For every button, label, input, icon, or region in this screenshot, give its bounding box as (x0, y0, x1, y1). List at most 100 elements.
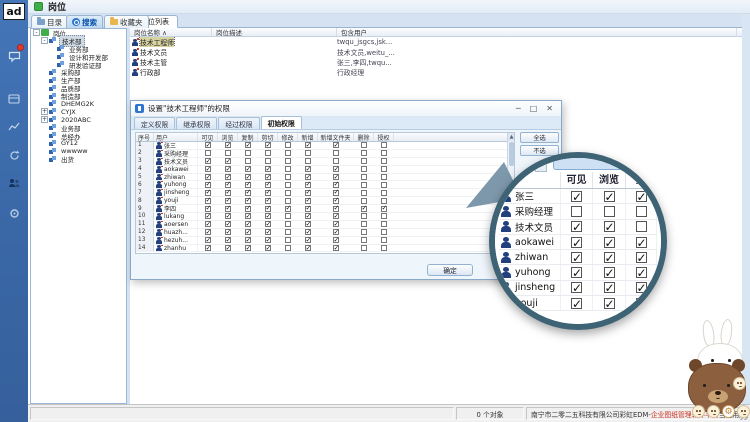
permission-checkbox[interactable] (245, 158, 251, 164)
permission-checkbox[interactable] (333, 150, 339, 156)
permission-checkbox[interactable] (265, 221, 271, 227)
permission-checkbox[interactable] (205, 182, 211, 188)
expander-icon[interactable]: + (41, 116, 48, 123)
permission-checkbox[interactable] (205, 221, 211, 227)
permission-checkbox[interactable] (205, 237, 211, 243)
permission-checkbox[interactable] (381, 221, 387, 227)
permission-checkbox[interactable] (333, 213, 339, 219)
permission-checkbox[interactable] (361, 206, 367, 212)
permission-checkbox[interactable] (381, 174, 387, 180)
emoji-button[interactable] (707, 405, 720, 418)
table-row[interactable]: 技术主管张三,李四,twqu... (130, 57, 742, 67)
refresh-icon[interactable] (0, 144, 28, 166)
nav-tab-search[interactable]: 搜索 (66, 15, 103, 28)
permission-checkbox[interactable] (285, 245, 291, 251)
expander-icon[interactable]: - (33, 29, 40, 36)
permission-checkbox[interactable] (265, 158, 271, 164)
tree-item[interactable]: 总经办 (31, 132, 126, 140)
permission-checkbox[interactable] (245, 198, 251, 204)
list-column-header[interactable]: 包含用户 (337, 28, 737, 36)
permission-checkbox[interactable] (285, 150, 291, 156)
permission-checkbox[interactable] (381, 166, 387, 172)
permission-checkbox[interactable] (305, 142, 311, 148)
permission-checkbox[interactable] (333, 190, 339, 196)
permission-row[interactable]: 1张三 (136, 142, 514, 150)
permission-checkbox[interactable] (381, 237, 387, 243)
table-row[interactable]: 技术工程师twqu_jsgcs,jsk... (130, 37, 742, 47)
permission-column-header[interactable]: 修改 (278, 133, 298, 141)
permission-column-header[interactable]: 用户 (154, 133, 198, 141)
permission-checkbox[interactable] (205, 213, 211, 219)
permission-checkbox[interactable] (225, 229, 231, 235)
permission-checkbox[interactable] (205, 142, 211, 148)
chat-icon[interactable] (0, 46, 28, 68)
permission-checkbox[interactable] (245, 221, 251, 227)
permission-checkbox[interactable] (265, 213, 271, 219)
permission-checkbox[interactable] (285, 206, 291, 212)
permission-checkbox[interactable] (205, 245, 211, 251)
permission-checkbox[interactable] (245, 190, 251, 196)
permission-checkbox[interactable] (381, 245, 387, 251)
permission-checkbox[interactable] (285, 221, 291, 227)
permission-checkbox[interactable] (245, 206, 251, 212)
permission-checkbox[interactable] (305, 190, 311, 196)
list-column-header[interactable]: 岗位描述 (212, 28, 337, 36)
permission-checkbox[interactable] (225, 150, 231, 156)
dialog-tab[interactable]: 经过权限 (218, 117, 259, 129)
emoji-button[interactable] (737, 405, 750, 418)
permission-checkbox[interactable] (333, 182, 339, 188)
permission-checkbox[interactable] (225, 174, 231, 180)
permission-checkbox[interactable] (205, 150, 211, 156)
permission-checkbox[interactable] (225, 245, 231, 251)
permission-checkbox[interactable] (361, 198, 367, 204)
expander-icon[interactable]: - (41, 37, 48, 44)
permission-checkbox[interactable] (265, 182, 271, 188)
permission-checkbox[interactable] (265, 142, 271, 148)
permission-checkbox[interactable] (381, 150, 387, 156)
permission-checkbox[interactable] (381, 182, 387, 188)
permission-checkbox[interactable] (265, 198, 271, 204)
permission-checkbox[interactable] (305, 237, 311, 243)
scroll-up-icon[interactable]: ▲ (508, 133, 515, 141)
permission-checkbox[interactable] (333, 142, 339, 148)
tree-item[interactable]: wwwww (31, 147, 126, 155)
chart-icon[interactable] (0, 116, 28, 138)
select-all-button[interactable]: 全选 (520, 132, 559, 143)
permission-checkbox[interactable] (381, 190, 387, 196)
permission-checkbox[interactable] (205, 174, 211, 180)
permission-checkbox[interactable] (305, 166, 311, 172)
card-icon[interactable] (0, 88, 28, 110)
permission-checkbox[interactable] (285, 142, 291, 148)
permission-checkbox[interactable] (305, 221, 311, 227)
permission-checkbox[interactable] (305, 213, 311, 219)
permission-checkbox[interactable] (225, 198, 231, 204)
tree-item[interactable]: +CYJX (31, 108, 126, 116)
permission-checkbox[interactable] (305, 174, 311, 180)
table-row[interactable]: 行政部行政经理 (130, 67, 742, 77)
permission-checkbox[interactable] (361, 150, 367, 156)
permission-checkbox[interactable] (381, 158, 387, 164)
permission-column-header[interactable]: 序号 (136, 133, 154, 141)
permission-column-header[interactable]: 新增文件夹 (318, 133, 354, 141)
permission-checkbox[interactable] (265, 229, 271, 235)
settings-gear-button[interactable]: ⚙ (722, 405, 735, 418)
permission-column-header[interactable]: 可见 (198, 133, 218, 141)
permission-checkbox[interactable] (265, 206, 271, 212)
permission-column-header[interactable]: 授权 (374, 133, 394, 141)
permission-checkbox[interactable] (285, 166, 291, 172)
permission-checkbox[interactable] (361, 158, 367, 164)
close-icon[interactable]: ✕ (546, 104, 553, 113)
emoji-button[interactable] (692, 405, 705, 418)
permission-checkbox[interactable] (361, 245, 367, 251)
permission-column-header[interactable]: 新增 (298, 133, 318, 141)
dialog-tab[interactable]: 初始权限 (261, 116, 302, 129)
permission-checkbox[interactable] (381, 206, 387, 212)
permission-checkbox[interactable] (361, 190, 367, 196)
permission-column-header[interactable]: 剪切 (258, 133, 278, 141)
permission-checkbox[interactable] (285, 182, 291, 188)
permission-checkbox[interactable] (361, 221, 367, 227)
permission-checkbox[interactable] (265, 190, 271, 196)
permission-checkbox[interactable] (245, 213, 251, 219)
permission-checkbox[interactable] (361, 174, 367, 180)
list-column-header[interactable]: 岗位名称 ∧ (130, 28, 212, 36)
